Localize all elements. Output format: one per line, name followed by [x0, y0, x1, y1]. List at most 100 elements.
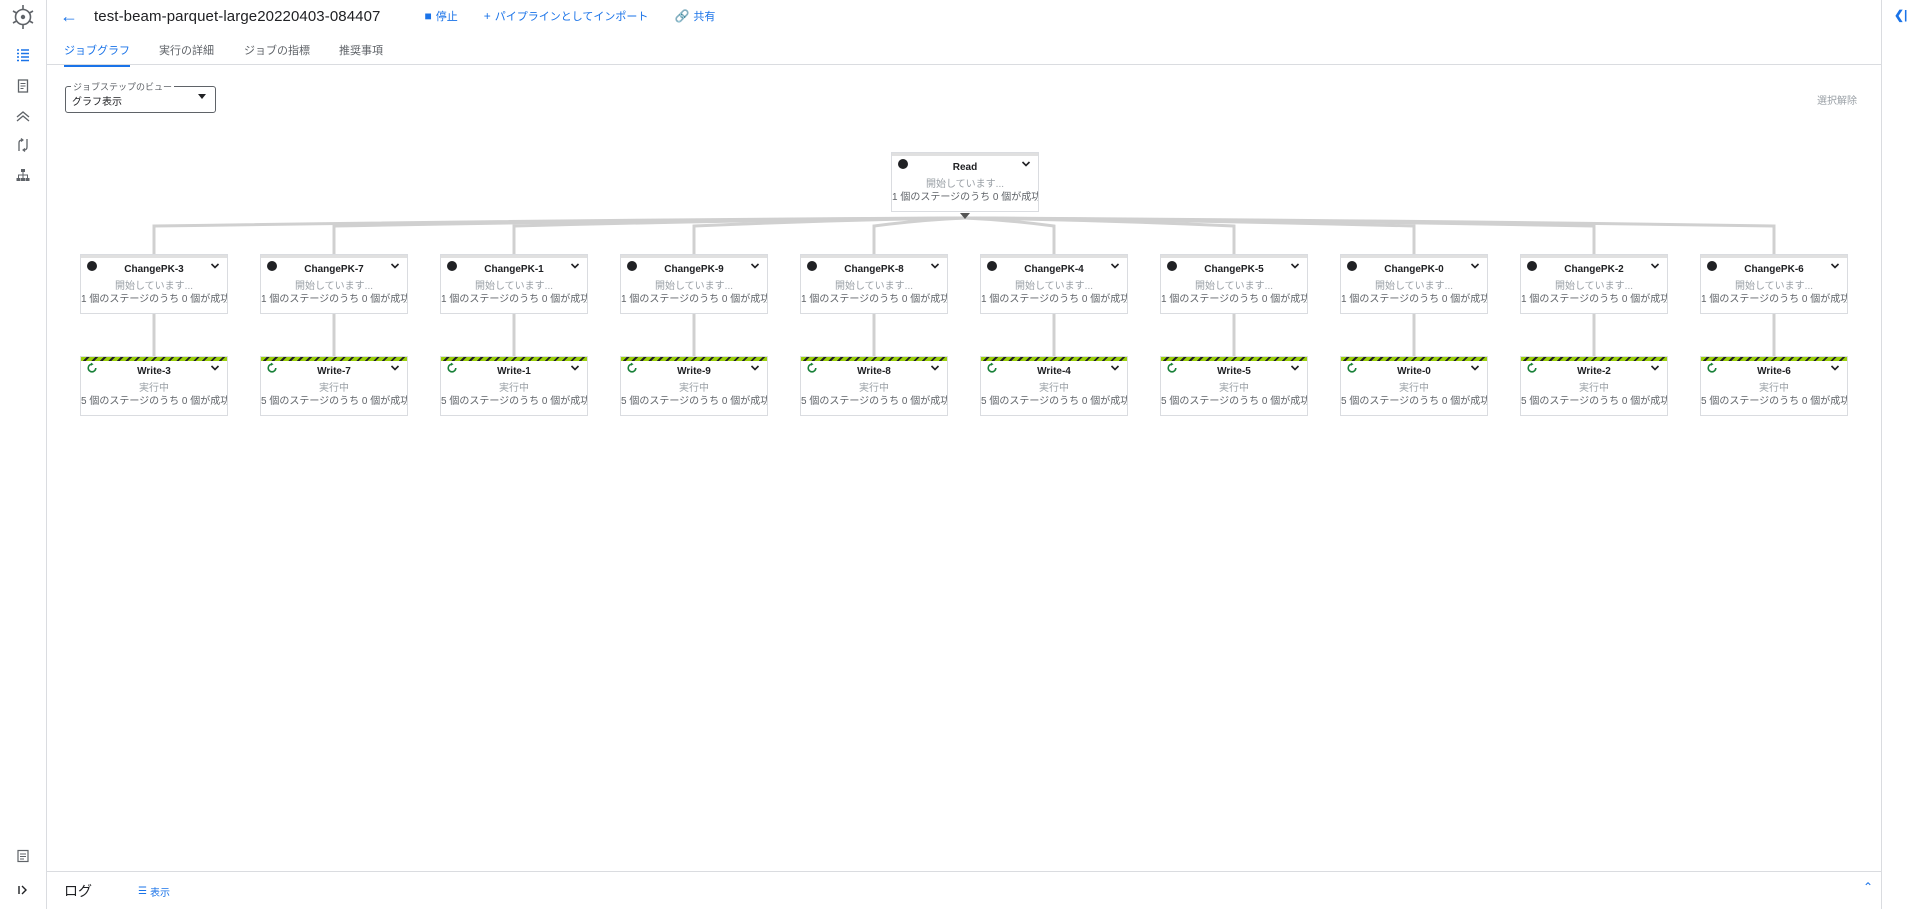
graph-node-change[interactable]: ChangePK-2開始しています...1 個のステージのうち 0 個が成功しま — [1520, 254, 1668, 314]
graph-node-change[interactable]: ChangePK-9開始しています...1 個のステージのうち 0 個が成功しま — [620, 254, 768, 314]
graph-edge — [152, 216, 966, 254]
log-panel-bar: ログ ☰ 表示 ⌃ — [47, 871, 1881, 909]
route-icon[interactable] — [13, 135, 33, 155]
graph-edge — [964, 216, 1236, 254]
node-name: ChangePK-2 — [1564, 264, 1624, 275]
dataflow-logo[interactable] — [11, 4, 35, 30]
document-icon[interactable] — [13, 76, 33, 96]
tab-job-graph[interactable]: ジョブグラフ — [64, 42, 130, 67]
chevron-down-icon[interactable] — [1469, 362, 1481, 374]
node-status-bar — [801, 255, 947, 258]
graph-node-write[interactable]: Write-4実行中5 個のステージのうち 0 個が成功しま — [980, 356, 1128, 416]
notes-icon[interactable] — [13, 846, 33, 866]
node-name: Write-4 — [1037, 366, 1071, 377]
node-name: Write-6 — [1757, 366, 1791, 377]
dropdown-arrow-icon — [198, 94, 206, 99]
node-name: Write-1 — [497, 366, 531, 377]
left-nav-rail — [0, 0, 47, 909]
chevron-down-icon[interactable] — [389, 362, 401, 374]
chevron-down-icon[interactable] — [929, 260, 941, 272]
job-step-view-select[interactable]: ジョブステップのビュー グラフ表示 — [65, 80, 216, 113]
chevron-down-icon[interactable] — [1469, 260, 1481, 272]
node-stages: 1 個のステージのうち 0 個が成功しま — [1701, 294, 1847, 305]
node-stages: 1 個のステージのうち 0 個が成功しま — [441, 294, 587, 305]
tab-execution-details[interactable]: 実行の詳細 — [159, 42, 214, 65]
chevron-down-icon[interactable] — [749, 260, 761, 272]
hierarchy-icon[interactable] — [13, 165, 33, 185]
expand-panel-icon[interactable] — [13, 880, 33, 900]
node-name: Write-9 — [677, 366, 711, 377]
graph-node-write[interactable]: Write-0実行中5 個のステージのうち 0 個が成功しま — [1340, 356, 1488, 416]
chevron-down-icon[interactable] — [1289, 260, 1301, 272]
node-status-bar — [892, 153, 1038, 156]
chevron-down-icon[interactable] — [1109, 362, 1121, 374]
graph-node-read[interactable]: Read開始しています...1 個のステージのうち 0 個が成功しま — [891, 152, 1039, 212]
stop-button-label: 停止 — [435, 11, 458, 23]
graph-edge — [964, 216, 1056, 254]
graph-edge — [964, 216, 1416, 254]
chevron-down-icon[interactable] — [1649, 260, 1661, 272]
node-name: ChangePK-6 — [1744, 264, 1804, 275]
chevron-down-icon[interactable] — [1020, 158, 1032, 170]
graph-node-change[interactable]: ChangePK-1開始しています...1 個のステージのうち 0 個が成功しま — [440, 254, 588, 314]
view-select-legend: ジョブステップのビュー — [71, 80, 175, 93]
graph-node-write[interactable]: Write-5実行中5 個のステージのうち 0 個が成功しま — [1160, 356, 1308, 416]
graph-node-write[interactable]: Write-3実行中5 個のステージのうち 0 個が成功しま — [80, 356, 228, 416]
graph-node-change[interactable]: ChangePK-4開始しています...1 個のステージのうち 0 個が成功しま — [980, 254, 1128, 314]
node-stages: 1 個のステージのうち 0 個が成功しま — [621, 294, 767, 305]
chevron-down-icon[interactable] — [1829, 362, 1841, 374]
node-status-bar — [1521, 255, 1667, 258]
graph-node-change[interactable]: ChangePK-8開始しています...1 個のステージのうち 0 個が成功しま — [800, 254, 948, 314]
back-arrow-icon[interactable]: ← — [60, 6, 80, 27]
log-title: ログ — [64, 883, 92, 899]
node-status-bar — [1701, 255, 1847, 258]
node-status-bar — [441, 357, 587, 361]
collapse-panel-icon[interactable]: ❮| — [1894, 8, 1907, 22]
tab-job-metrics[interactable]: ジョブの指標 — [244, 42, 310, 65]
chevron-down-icon[interactable] — [749, 362, 761, 374]
graph-node-write[interactable]: Write-6実行中5 個のステージのうち 0 個が成功しま — [1700, 356, 1848, 416]
link-icon: 🔗 — [674, 9, 690, 23]
graph-edges — [152, 213, 1776, 356]
share-button[interactable]: 🔗 共有 — [674, 8, 715, 24]
chevron-down-icon[interactable] — [1649, 362, 1661, 374]
graph-node-write[interactable]: Write-2実行中5 個のステージのうち 0 個が成功しま — [1520, 356, 1668, 416]
graph-node-change[interactable]: ChangePK-5開始しています...1 個のステージのうち 0 個が成功しま — [1160, 254, 1308, 314]
node-stages: 5 個のステージのうち 0 個が成功しま — [1701, 396, 1847, 407]
chevron-down-icon[interactable] — [929, 362, 941, 374]
graph-node-write[interactable]: Write-1実行中5 個のステージのうち 0 個が成功しま — [440, 356, 588, 416]
graph-node-write[interactable]: Write-8実行中5 個のステージのうち 0 個が成功しま — [800, 356, 948, 416]
node-name: Write-8 — [857, 366, 891, 377]
right-info-panel: ❮| — [1881, 0, 1919, 909]
expand-log-icon[interactable]: ⌃ — [1863, 880, 1873, 894]
chevron-down-icon[interactable] — [389, 260, 401, 272]
graph-node-write[interactable]: Write-9実行中5 個のステージのうち 0 個が成功しま — [620, 356, 768, 416]
stop-button[interactable]: ■ 停止 — [425, 8, 458, 24]
chevron-down-icon[interactable] — [569, 362, 581, 374]
deselect-button[interactable]: 選択解除 — [1817, 92, 1857, 107]
node-stages: 1 個のステージのうち 0 個が成功しま — [81, 294, 227, 305]
chevron-down-icon[interactable] — [569, 260, 581, 272]
stop-icon: ■ — [424, 9, 432, 23]
job-title: test-beam-parquet-large20220403-084407 — [94, 7, 381, 25]
tab-recommendations[interactable]: 推奨事項 — [339, 42, 383, 65]
import-pipeline-button[interactable]: + パイプラインとしてインポート — [484, 8, 649, 24]
node-status-bar — [81, 255, 227, 258]
graph-edge — [332, 216, 966, 254]
chevron-down-icon[interactable] — [209, 362, 221, 374]
graph-node-change[interactable]: ChangePK-3開始しています...1 個のステージのうち 0 個が成功しま — [80, 254, 228, 314]
pipeline-icon[interactable] — [13, 106, 33, 126]
node-name: ChangePK-9 — [664, 264, 724, 275]
job-list-icon[interactable] — [13, 45, 33, 65]
graph-node-write[interactable]: Write-7実行中5 個のステージのうち 0 個が成功しま — [260, 356, 408, 416]
node-name: Write-3 — [137, 366, 171, 377]
show-logs-button[interactable]: ☰ 表示 — [138, 884, 170, 899]
chevron-down-icon[interactable] — [1109, 260, 1121, 272]
node-stages: 5 個のステージのうち 0 個が成功しま — [981, 396, 1127, 407]
graph-node-change[interactable]: ChangePK-7開始しています...1 個のステージのうち 0 個が成功しま — [260, 254, 408, 314]
graph-node-change[interactable]: ChangePK-6開始しています...1 個のステージのうち 0 個が成功しま — [1700, 254, 1848, 314]
chevron-down-icon[interactable] — [1829, 260, 1841, 272]
chevron-down-icon[interactable] — [209, 260, 221, 272]
graph-node-change[interactable]: ChangePK-0開始しています...1 個のステージのうち 0 個が成功しま — [1340, 254, 1488, 314]
chevron-down-icon[interactable] — [1289, 362, 1301, 374]
